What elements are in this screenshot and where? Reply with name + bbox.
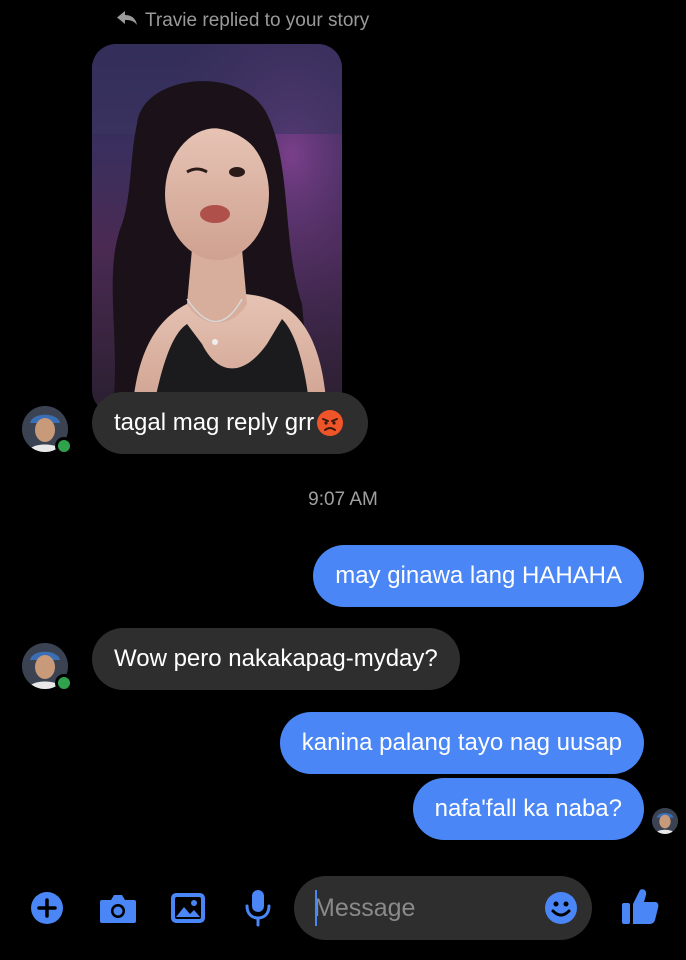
message-text: kanina palang tayo nag uusap — [301, 729, 622, 756]
outgoing-message-bubble[interactable]: kanina palang tayo nag uusap — [279, 712, 644, 774]
story-thumbnail[interactable] — [92, 44, 342, 414]
image-icon[interactable] — [166, 886, 210, 930]
reply-arrow-icon — [116, 10, 138, 32]
incoming-message-bubble[interactable]: tagal mag reply grr — [92, 392, 369, 454]
message-text: tagal mag reply grr — [114, 409, 315, 436]
text-cursor — [315, 890, 317, 926]
online-status-indicator — [55, 674, 73, 692]
story-reply-header-text: Travie replied to your story — [145, 10, 370, 31]
camera-icon[interactable] — [96, 886, 140, 930]
online-status-indicator — [55, 437, 73, 455]
microphone-icon[interactable] — [236, 886, 280, 930]
message-text: may ginawa lang HAHAHA — [335, 562, 622, 589]
thumbs-up-icon[interactable] — [618, 884, 662, 928]
message-timestamp: 9:07 AM — [308, 489, 378, 510]
avatar-image — [652, 808, 678, 834]
story-photo — [92, 44, 342, 414]
smiley-icon[interactable] — [544, 891, 578, 925]
message-text: nafa'fall ka naba? — [434, 795, 622, 822]
message-input[interactable] — [314, 890, 534, 926]
message-composer[interactable] — [294, 876, 592, 940]
plus-circle-icon[interactable] — [25, 886, 69, 930]
story-reply-header: Travie replied to your story — [116, 10, 369, 32]
angry-face-icon — [316, 409, 344, 437]
seen-receipt-avatar — [652, 808, 678, 834]
outgoing-message-bubble[interactable]: may ginawa lang HAHAHA — [313, 545, 644, 607]
message-text: Wow pero nakakapag-myday? — [114, 645, 438, 672]
outgoing-message-bubble[interactable]: nafa'fall ka naba? — [412, 778, 644, 840]
incoming-message-bubble[interactable]: Wow pero nakakapag-myday? — [92, 628, 460, 690]
